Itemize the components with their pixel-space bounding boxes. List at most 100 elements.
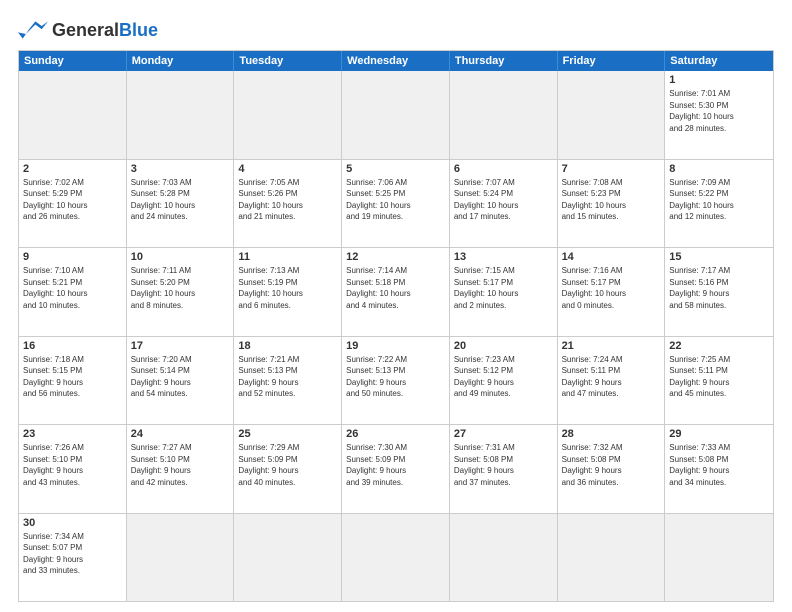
day-number: 24	[131, 428, 230, 440]
sun-info: Sunrise: 7:03 AM Sunset: 5:28 PM Dayligh…	[131, 177, 230, 223]
sun-info: Sunrise: 7:14 AM Sunset: 5:18 PM Dayligh…	[346, 265, 445, 311]
sun-info: Sunrise: 7:26 AM Sunset: 5:10 PM Dayligh…	[23, 442, 122, 488]
calendar-cell: 14Sunrise: 7:16 AM Sunset: 5:17 PM Dayli…	[558, 248, 666, 336]
calendar-cell: 24 Sunrise: 7:27 AM Sunset: 5:10 PM Dayli…	[127, 425, 235, 513]
calendar-cell: 9 Sunrise: 7:10 AM Sunset: 5:21 PM Daylig…	[19, 248, 127, 336]
sun-info: Sunrise: 7:08 AM Sunset: 5:23 PM Dayligh…	[562, 177, 661, 223]
weekday-header: Wednesday	[342, 51, 450, 71]
calendar-body: 1 Sunrise: 7:01 AM Sunset: 5:30 PM Daylig…	[19, 71, 773, 601]
day-number: 3	[131, 163, 230, 175]
day-number: 27	[454, 428, 553, 440]
calendar-cell: 16 Sunrise: 7:18 AM Sunset: 5:15 PM Dayli…	[19, 337, 127, 425]
day-number: 21	[562, 340, 661, 352]
logo-icon	[18, 18, 48, 42]
sun-info: Sunrise: 7:31 AM Sunset: 5:08 PM Dayligh…	[454, 442, 553, 488]
calendar-cell: 30 Sunrise: 7:34 AM Sunset: 5:07 PM Dayli…	[19, 514, 127, 602]
sun-info: Sunrise: 7:23 AM Sunset: 5:12 PM Dayligh…	[454, 354, 553, 400]
calendar-cell	[558, 514, 666, 602]
sun-info: Sunrise: 7:07 AM Sunset: 5:24 PM Dayligh…	[454, 177, 553, 223]
sun-info: Sunrise: 7:25 AM Sunset: 5:11 PM Dayligh…	[669, 354, 769, 400]
calendar-cell	[234, 71, 342, 159]
calendar-cell	[558, 71, 666, 159]
calendar: SundayMondayTuesdayWednesdayThursdayFrid…	[18, 50, 774, 602]
calendar-cell	[450, 514, 558, 602]
sun-info: Sunrise: 7:27 AM Sunset: 5:10 PM Dayligh…	[131, 442, 230, 488]
calendar-cell: 20Sunrise: 7:23 AM Sunset: 5:12 PM Dayli…	[450, 337, 558, 425]
sun-info: Sunrise: 7:18 AM Sunset: 5:15 PM Dayligh…	[23, 354, 122, 400]
calendar-cell: 7 Sunrise: 7:08 AM Sunset: 5:23 PM Daylig…	[558, 160, 666, 248]
sun-info: Sunrise: 7:13 AM Sunset: 5:19 PM Dayligh…	[238, 265, 337, 311]
day-number: 11	[238, 251, 337, 263]
day-number: 13	[454, 251, 553, 263]
calendar-cell	[342, 71, 450, 159]
day-number: 22	[669, 340, 769, 352]
calendar-cell: 2Sunrise: 7:02 AM Sunset: 5:29 PM Daylig…	[19, 160, 127, 248]
calendar-row: 30 Sunrise: 7:34 AM Sunset: 5:07 PM Dayli…	[19, 513, 773, 602]
calendar-cell: 19 Sunrise: 7:22 AM Sunset: 5:13 PM Dayli…	[342, 337, 450, 425]
calendar-row: 9 Sunrise: 7:10 AM Sunset: 5:21 PM Daylig…	[19, 247, 773, 336]
calendar-cell: 5 Sunrise: 7:06 AM Sunset: 5:25 PM Daylig…	[342, 160, 450, 248]
calendar-cell: 25Sunrise: 7:29 AM Sunset: 5:09 PM Dayli…	[234, 425, 342, 513]
calendar-cell	[127, 514, 235, 602]
day-number: 30	[23, 517, 122, 529]
logo-text: GeneralBlue	[52, 20, 158, 41]
calendar-header: SundayMondayTuesdayWednesdayThursdayFrid…	[19, 51, 773, 71]
calendar-cell: 6 Sunrise: 7:07 AM Sunset: 5:24 PM Daylig…	[450, 160, 558, 248]
calendar-cell: 21Sunrise: 7:24 AM Sunset: 5:11 PM Dayli…	[558, 337, 666, 425]
calendar-row: 23 Sunrise: 7:26 AM Sunset: 5:10 PM Dayli…	[19, 424, 773, 513]
sun-info: Sunrise: 7:20 AM Sunset: 5:14 PM Dayligh…	[131, 354, 230, 400]
calendar-cell: 1 Sunrise: 7:01 AM Sunset: 5:30 PM Daylig…	[665, 71, 773, 159]
day-number: 7	[562, 163, 661, 175]
day-number: 17	[131, 340, 230, 352]
day-number: 5	[346, 163, 445, 175]
sun-info: Sunrise: 7:30 AM Sunset: 5:09 PM Dayligh…	[346, 442, 445, 488]
sun-info: Sunrise: 7:22 AM Sunset: 5:13 PM Dayligh…	[346, 354, 445, 400]
day-number: 9	[23, 251, 122, 263]
logo: GeneralBlue	[18, 18, 158, 42]
calendar-cell	[450, 71, 558, 159]
day-number: 8	[669, 163, 769, 175]
day-number: 16	[23, 340, 122, 352]
calendar-cell: 26 Sunrise: 7:30 AM Sunset: 5:09 PM Dayli…	[342, 425, 450, 513]
day-number: 12	[346, 251, 445, 263]
weekday-header: Saturday	[665, 51, 773, 71]
calendar-cell: 3 Sunrise: 7:03 AM Sunset: 5:28 PM Daylig…	[127, 160, 235, 248]
weekday-header: Thursday	[450, 51, 558, 71]
weekday-header: Tuesday	[234, 51, 342, 71]
day-number: 29	[669, 428, 769, 440]
sun-info: Sunrise: 7:17 AM Sunset: 5:16 PM Dayligh…	[669, 265, 769, 311]
day-number: 15	[669, 251, 769, 263]
calendar-cell: 29 Sunrise: 7:33 AM Sunset: 5:08 PM Dayli…	[665, 425, 773, 513]
day-number: 1	[669, 74, 769, 86]
sun-info: Sunrise: 7:06 AM Sunset: 5:25 PM Dayligh…	[346, 177, 445, 223]
day-number: 6	[454, 163, 553, 175]
day-number: 10	[131, 251, 230, 263]
calendar-cell: 27 Sunrise: 7:31 AM Sunset: 5:08 PM Dayli…	[450, 425, 558, 513]
weekday-header: Sunday	[19, 51, 127, 71]
calendar-cell: 8 Sunrise: 7:09 AM Sunset: 5:22 PM Daylig…	[665, 160, 773, 248]
calendar-cell	[127, 71, 235, 159]
calendar-row: 1 Sunrise: 7:01 AM Sunset: 5:30 PM Daylig…	[19, 71, 773, 159]
day-number: 19	[346, 340, 445, 352]
sun-info: Sunrise: 7:34 AM Sunset: 5:07 PM Dayligh…	[23, 531, 122, 577]
calendar-cell: 4Sunrise: 7:05 AM Sunset: 5:26 PM Daylig…	[234, 160, 342, 248]
sun-info: Sunrise: 7:09 AM Sunset: 5:22 PM Dayligh…	[669, 177, 769, 223]
page-header: GeneralBlue	[18, 18, 774, 42]
day-number: 23	[23, 428, 122, 440]
sun-info: Sunrise: 7:11 AM Sunset: 5:20 PM Dayligh…	[131, 265, 230, 311]
sun-info: Sunrise: 7:02 AM Sunset: 5:29 PM Dayligh…	[23, 177, 122, 223]
sun-info: Sunrise: 7:32 AM Sunset: 5:08 PM Dayligh…	[562, 442, 661, 488]
sun-info: Sunrise: 7:01 AM Sunset: 5:30 PM Dayligh…	[669, 88, 769, 134]
weekday-header: Friday	[558, 51, 666, 71]
calendar-cell: 28Sunrise: 7:32 AM Sunset: 5:08 PM Dayli…	[558, 425, 666, 513]
calendar-row: 16 Sunrise: 7:18 AM Sunset: 5:15 PM Dayli…	[19, 336, 773, 425]
calendar-cell	[665, 514, 773, 602]
sun-info: Sunrise: 7:10 AM Sunset: 5:21 PM Dayligh…	[23, 265, 122, 311]
calendar-cell: 11 Sunrise: 7:13 AM Sunset: 5:19 PM Dayli…	[234, 248, 342, 336]
day-number: 26	[346, 428, 445, 440]
calendar-cell: 17 Sunrise: 7:20 AM Sunset: 5:14 PM Dayli…	[127, 337, 235, 425]
sun-info: Sunrise: 7:33 AM Sunset: 5:08 PM Dayligh…	[669, 442, 769, 488]
calendar-cell	[19, 71, 127, 159]
sun-info: Sunrise: 7:21 AM Sunset: 5:13 PM Dayligh…	[238, 354, 337, 400]
sun-info: Sunrise: 7:15 AM Sunset: 5:17 PM Dayligh…	[454, 265, 553, 311]
